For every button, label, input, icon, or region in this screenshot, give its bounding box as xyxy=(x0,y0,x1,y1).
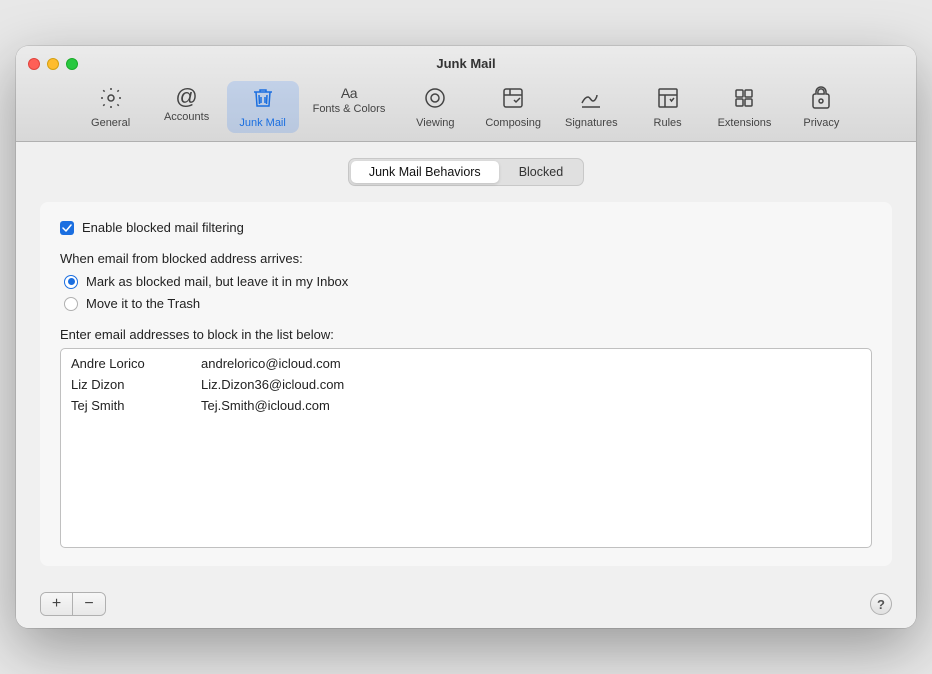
titlebar: Junk Mail General @ Accounts xyxy=(16,46,916,142)
toolbar-label-rules: Rules xyxy=(654,117,682,129)
toolbar-item-fonts[interactable]: Aa Fonts & Colors xyxy=(303,81,396,133)
toolbar-item-accounts[interactable]: @ Accounts xyxy=(151,81,223,133)
toolbar-item-extensions[interactable]: Extensions xyxy=(708,81,782,133)
toolbar-label-general: General xyxy=(91,117,130,129)
toolbar-label-extensions: Extensions xyxy=(718,117,772,129)
bottom-bar: + − ? xyxy=(16,582,916,628)
blocked-list[interactable]: Andre Lorico andrelorico@icloud.com Liz … xyxy=(60,348,872,548)
privacy-icon xyxy=(809,86,833,114)
close-button[interactable] xyxy=(28,58,40,70)
radio-group: Mark as blocked mail, but leave it in my… xyxy=(64,274,872,311)
minimize-button[interactable] xyxy=(47,58,59,70)
toolbar-item-privacy[interactable]: Privacy xyxy=(785,81,857,133)
tab-group: Junk Mail Behaviors Blocked xyxy=(348,158,584,186)
toolbar-label-composing: Composing xyxy=(485,117,541,129)
main-window: Junk Mail General @ Accounts xyxy=(16,46,916,628)
toolbar-label-signatures: Signatures xyxy=(565,117,618,129)
radio-option2[interactable] xyxy=(64,297,78,311)
toolbar: General @ Accounts Junk Mail xyxy=(75,81,858,133)
contact-email-2: Tej.Smith@icloud.com xyxy=(201,398,330,413)
toolbar-item-general[interactable]: General xyxy=(75,81,147,133)
enable-filtering-label: Enable blocked mail filtering xyxy=(82,220,244,235)
radio-option2-label: Move it to the Trash xyxy=(86,296,200,311)
when-label: When email from blocked address arrives: xyxy=(60,251,872,266)
contact-name-1: Liz Dizon xyxy=(71,377,201,392)
toolbar-item-viewing[interactable]: Viewing xyxy=(399,81,471,133)
toolbar-label-junkmail: Junk Mail xyxy=(239,117,285,129)
toolbar-item-rules[interactable]: Rules xyxy=(632,81,704,133)
contact-email-0: andrelorico@icloud.com xyxy=(201,356,341,371)
enable-filtering-checkbox[interactable] xyxy=(60,221,74,235)
remove-button[interactable]: − xyxy=(73,593,105,615)
main-content: Junk Mail Behaviors Blocked Enable block… xyxy=(16,142,916,582)
enable-filtering-row: Enable blocked mail filtering xyxy=(60,220,872,235)
contact-email-1: Liz.Dizon36@icloud.com xyxy=(201,377,344,392)
toolbar-label-viewing: Viewing xyxy=(416,117,454,129)
fonts-icon: Aa xyxy=(341,86,357,100)
gear-icon xyxy=(99,86,123,114)
toolbar-label-accounts: Accounts xyxy=(164,111,209,123)
toolbar-label-privacy: Privacy xyxy=(803,117,839,129)
toolbar-item-signatures[interactable]: Signatures xyxy=(555,81,628,133)
signatures-icon xyxy=(579,86,603,114)
composing-icon xyxy=(501,86,525,114)
help-button[interactable]: ? xyxy=(870,593,892,615)
blocked-panel: Enable blocked mail filtering When email… xyxy=(40,202,892,566)
trash-icon xyxy=(251,86,275,114)
toolbar-item-junkmail[interactable]: Junk Mail xyxy=(227,81,299,133)
tab-bar: Junk Mail Behaviors Blocked xyxy=(40,158,892,186)
list-item[interactable]: Tej Smith Tej.Smith@icloud.com xyxy=(61,395,871,416)
rules-icon xyxy=(656,86,680,114)
list-label: Enter email addresses to block in the li… xyxy=(60,327,872,342)
at-icon: @ xyxy=(175,86,197,108)
add-remove-group: + − xyxy=(40,592,106,616)
maximize-button[interactable] xyxy=(66,58,78,70)
traffic-lights xyxy=(28,58,78,70)
contact-name-0: Andre Lorico xyxy=(71,356,201,371)
list-item[interactable]: Andre Lorico andrelorico@icloud.com xyxy=(61,353,871,374)
window-title: Junk Mail xyxy=(436,56,495,71)
radio-option2-row: Move it to the Trash xyxy=(64,296,872,311)
toolbar-item-composing[interactable]: Composing xyxy=(475,81,551,133)
contact-name-2: Tej Smith xyxy=(71,398,201,413)
toolbar-label-fonts: Fonts & Colors xyxy=(313,103,386,115)
radio-option1-label: Mark as blocked mail, but leave it in my… xyxy=(86,274,348,289)
tab-blocked[interactable]: Blocked xyxy=(501,161,581,183)
add-button[interactable]: + xyxy=(41,593,73,615)
radio-option1[interactable] xyxy=(64,275,78,289)
list-item[interactable]: Liz Dizon Liz.Dizon36@icloud.com xyxy=(61,374,871,395)
viewing-icon xyxy=(423,86,447,114)
radio-option1-row: Mark as blocked mail, but leave it in my… xyxy=(64,274,872,289)
extensions-icon xyxy=(732,86,756,114)
tab-junk-mail-behaviors[interactable]: Junk Mail Behaviors xyxy=(351,161,499,183)
